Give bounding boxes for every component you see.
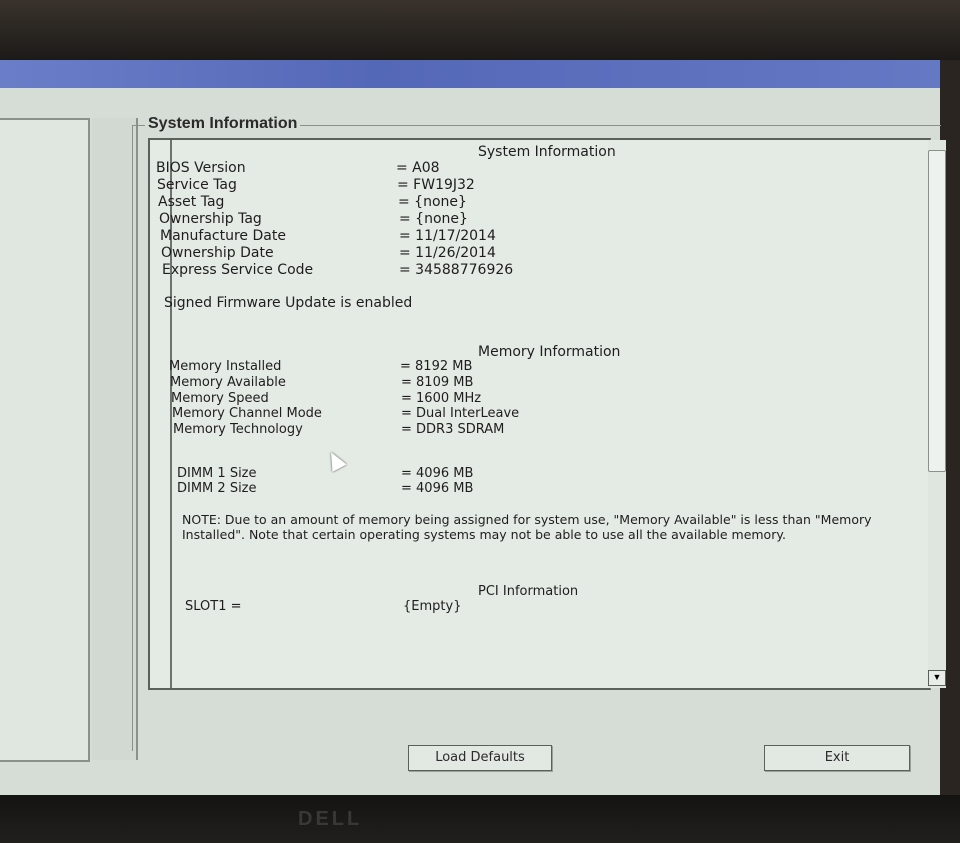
pci-info-heading: PCI Information <box>478 584 579 599</box>
info-label: Express Service Code <box>162 262 314 278</box>
memory-value: = 8192 MB <box>400 359 473 374</box>
memory-value: = Dual InterLeave <box>401 406 520 421</box>
info-row-express-service-code: Express Service Code = 34588776926 <box>162 262 513 278</box>
system-info-heading: System Information <box>478 144 616 160</box>
info-row-asset-tag: Asset Tag = {none} <box>158 194 467 210</box>
info-row-service-tag: Service Tag = FW19J32 <box>157 177 475 193</box>
info-label: Manufacture Date <box>160 228 286 244</box>
memory-label: Memory Available <box>170 375 286 390</box>
memory-row-channel-mode: Memory Channel Mode = Dual InterLeave <box>172 406 519 421</box>
info-value: = A08 <box>396 160 440 176</box>
firmware-update-status: Signed Firmware Update is enabled <box>164 295 413 311</box>
pci-slot-label: SLOT1 = <box>185 599 242 614</box>
memory-label: Memory Channel Mode <box>172 406 322 421</box>
load-defaults-button[interactable]: Load Defaults <box>408 745 552 771</box>
settings-tree-pane[interactable] <box>0 118 90 762</box>
memory-label: Memory Speed <box>171 391 269 406</box>
memory-label: Memory Technology <box>173 422 303 437</box>
info-value: = 11/17/2014 <box>399 228 496 244</box>
info-value: = {none} <box>399 211 468 227</box>
info-row-ownership-date: Ownership Date = 11/26/2014 <box>161 245 496 261</box>
info-label: Ownership Date <box>161 245 274 261</box>
memory-row-technology: Memory Technology = DDR3 SDRAM <box>173 422 504 437</box>
info-value: = {none} <box>398 194 467 210</box>
memory-info-heading: Memory Information <box>478 344 621 360</box>
memory-note: NOTE: Due to an amount of memory being a… <box>182 512 872 542</box>
memory-row-speed: Memory Speed = 1600 MHz <box>171 391 481 406</box>
dimm-value: = 4096 MB <box>401 481 474 496</box>
info-row-bios-version: BIOS Version = A08 <box>156 160 440 176</box>
dimm-label: DIMM 2 Size <box>177 481 257 496</box>
monitor-bezel-bottom <box>0 795 960 843</box>
info-label: BIOS Version <box>156 160 246 176</box>
info-row-ownership-tag: Ownership Tag = {none} <box>159 211 468 227</box>
dimm-row-1: DIMM 1 Size = 4096 MB <box>177 466 473 481</box>
pci-slot-row: SLOT1 = {Empty} <box>185 599 461 614</box>
vertical-scrollbar[interactable]: ▼ <box>928 140 946 688</box>
info-value: = FW19J32 <box>397 177 475 193</box>
dimm-row-2: DIMM 2 Size = 4096 MB <box>177 481 473 496</box>
info-value: = 11/26/2014 <box>399 245 496 261</box>
info-panel[interactable]: System Information BIOS Version = A08 Se… <box>148 138 946 690</box>
bios-screen: System Information System Information BI… <box>0 60 946 795</box>
memory-value: = 8109 MB <box>401 375 474 390</box>
dimm-label: DIMM 1 Size <box>177 466 257 481</box>
scrollbar-thumb[interactable] <box>928 150 946 472</box>
info-row-manufacture-date: Manufacture Date = 11/17/2014 <box>160 228 496 244</box>
group-title: System Information <box>145 115 301 133</box>
memory-value: = DDR3 SDRAM <box>401 422 505 437</box>
memory-label: Memory Installed <box>169 359 282 374</box>
info-label: Asset Tag <box>158 194 225 210</box>
info-value: = 34588776926 <box>399 262 514 278</box>
scroll-down-arrow-icon[interactable]: ▼ <box>928 670 946 686</box>
memory-row-installed: Memory Installed = 8192 MB <box>169 359 472 374</box>
dimm-value: = 4096 MB <box>401 466 474 481</box>
memory-row-available: Memory Available = 8109 MB <box>170 375 473 390</box>
info-label: Ownership Tag <box>159 211 262 227</box>
pci-slot-value: {Empty} <box>403 599 462 614</box>
monitor-brand-logo: DELL <box>298 808 363 830</box>
info-content: System Information BIOS Version = A08 Se… <box>150 140 925 688</box>
monitor-bezel-top <box>0 0 960 60</box>
title-bar <box>0 60 940 88</box>
memory-value: = 1600 MHz <box>401 391 482 406</box>
exit-button[interactable]: Exit <box>764 745 910 771</box>
info-label: Service Tag <box>157 177 237 193</box>
